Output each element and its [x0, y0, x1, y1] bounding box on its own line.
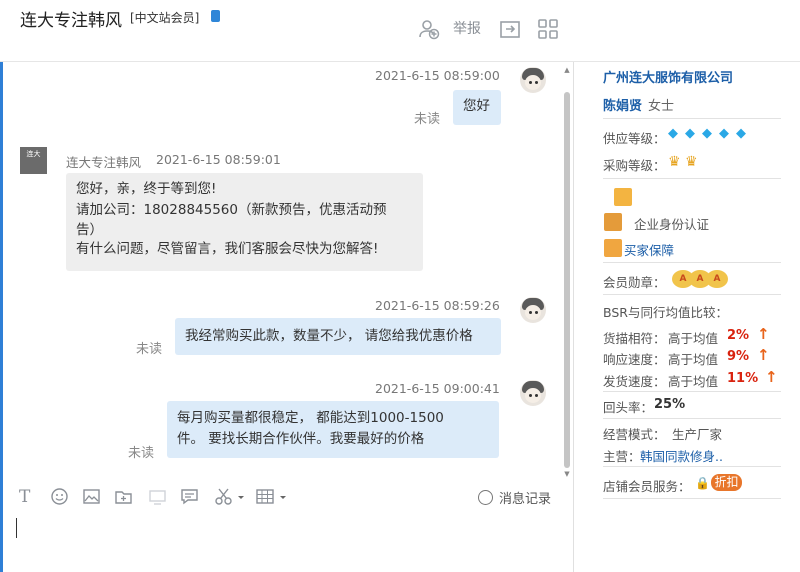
diamond-icon: ◆: [719, 126, 729, 141]
my-avatar: [520, 297, 546, 323]
metric-compare: 高于均值: [668, 331, 719, 346]
message-bubble-outgoing[interactable]: 每月购买量都很稳定， 都能达到1000-1500 件。 要找长期合作伙伴。我要最…: [167, 401, 499, 458]
discount-badge[interactable]: 折扣: [711, 474, 742, 491]
message-bubble-incoming[interactable]: 您好，亲，终于等到您! 请加公司：18028845560（新款预告，优惠活动预 …: [66, 173, 423, 271]
purchase-level-label: 采购等级：: [603, 158, 666, 173]
message-time: 2021-6-15 08:59:26: [375, 298, 500, 313]
message-bubble-outgoing[interactable]: 我经常购买此款，数量不少， 请您给我优惠价格: [175, 318, 501, 355]
up-arrow-icon: ↑: [757, 325, 770, 343]
company-name[interactable]: 广州连大服饰有限公司: [603, 67, 733, 86]
contact-name: 陈娟贤: [603, 99, 643, 114]
repeat-rate-value: 25%: [654, 397, 686, 412]
integrity-badge-icon: [614, 188, 632, 206]
scroll-down-arrow[interactable]: ▼: [563, 470, 571, 478]
message-time: 2021-6-15 08:59:00: [375, 68, 500, 83]
image-icon[interactable]: [82, 487, 101, 507]
diamond-icon: ◆: [702, 126, 712, 141]
message-history-button[interactable]: 消息记录: [499, 488, 551, 507]
message-time: 2021-6-15 09:00:41: [375, 381, 500, 396]
message-bubble-outgoing[interactable]: 您好: [453, 90, 501, 125]
message-input[interactable]: [3, 510, 573, 572]
divider: [603, 294, 781, 295]
apps-grid-icon[interactable]: [537, 18, 559, 40]
business-mode-value: 生产厂家: [672, 427, 723, 442]
medal-icon: A: [706, 270, 728, 288]
supply-level-label: 供应等级：: [603, 131, 666, 146]
main-products-label: 主营：: [603, 449, 641, 464]
bsr-label: BSR与同行均值比较：: [603, 305, 728, 320]
up-arrow-icon: ↑: [765, 368, 778, 386]
add-contact-icon[interactable]: [418, 18, 440, 40]
unread-status: 未读: [136, 342, 163, 357]
metric-value: 9%: [727, 349, 750, 364]
unread-status: 未读: [128, 446, 155, 461]
chat-header: 连大专注韩风 [中文站会员] 举报: [0, 0, 800, 62]
divider: [603, 418, 781, 419]
message-time: 2021-6-15 08:59:01: [156, 152, 281, 167]
divider: [603, 498, 781, 499]
my-avatar: [520, 67, 546, 93]
divider: [603, 391, 781, 392]
crown-icon: ♛: [685, 154, 698, 170]
shop-avatar: 连大: [20, 147, 47, 174]
scissors-icon[interactable]: [214, 487, 244, 507]
metric-label: 货描相符：: [603, 331, 666, 346]
metric-label: 发货速度：: [603, 374, 666, 389]
diamond-icon: ◆: [668, 126, 678, 141]
emoji-icon[interactable]: [50, 487, 69, 507]
shield-icon: [604, 239, 622, 257]
shop-title: 连大专注韩风: [20, 11, 122, 31]
diamond-icon: ◆: [736, 126, 746, 141]
sender-name: 连大专注韩风: [66, 155, 142, 170]
report-button[interactable]: 举报: [453, 18, 481, 38]
metric-compare: 高于均值: [668, 352, 719, 367]
screen-capture-icon[interactable]: [148, 487, 167, 507]
divider: [603, 262, 781, 263]
crown-icon: ♛: [668, 154, 681, 170]
lock-icon: 🔒: [695, 476, 710, 490]
business-mode-label: 经营模式：: [603, 427, 666, 442]
font-format-icon[interactable]: T: [19, 487, 30, 507]
diamond-icon: ◆: [685, 126, 695, 141]
divider: [603, 466, 781, 467]
share-icon[interactable]: [499, 18, 521, 40]
divider: [603, 178, 781, 179]
my-avatar: [520, 380, 546, 406]
text-cursor: [16, 518, 17, 538]
buyer-guarantee-link[interactable]: 买家保障: [624, 240, 674, 259]
unread-status: 未读: [414, 112, 441, 127]
mobile-icon: [211, 10, 220, 22]
up-arrow-icon: ↑: [757, 346, 770, 364]
scroll-up-arrow[interactable]: ▲: [563, 66, 571, 74]
site-member-tag: [中文站会员]: [130, 11, 200, 25]
quick-reply-icon[interactable]: [180, 487, 199, 507]
table-grid-icon[interactable]: [256, 487, 290, 507]
chat-scrollbar-thumb[interactable]: [564, 92, 570, 468]
contact-gender: 女士: [648, 99, 675, 114]
clock-icon[interactable]: [478, 490, 493, 505]
metric-compare: 高于均值: [668, 374, 719, 389]
member-badge-label: 会员勋章：: [603, 275, 666, 290]
company-certification[interactable]: 企业身份认证: [634, 214, 709, 233]
divider: [603, 118, 781, 119]
shop-service-label: 店铺会员服务：: [603, 479, 691, 494]
repeat-rate-label: 回头率：: [603, 400, 654, 415]
metric-value: 11%: [727, 371, 759, 386]
main-products-link[interactable]: 韩国同款修身..: [640, 446, 723, 465]
metric-label: 响应速度：: [603, 352, 666, 367]
folder-icon[interactable]: [114, 487, 133, 507]
verified-icon: [604, 213, 622, 231]
metric-value: 2%: [727, 328, 750, 343]
